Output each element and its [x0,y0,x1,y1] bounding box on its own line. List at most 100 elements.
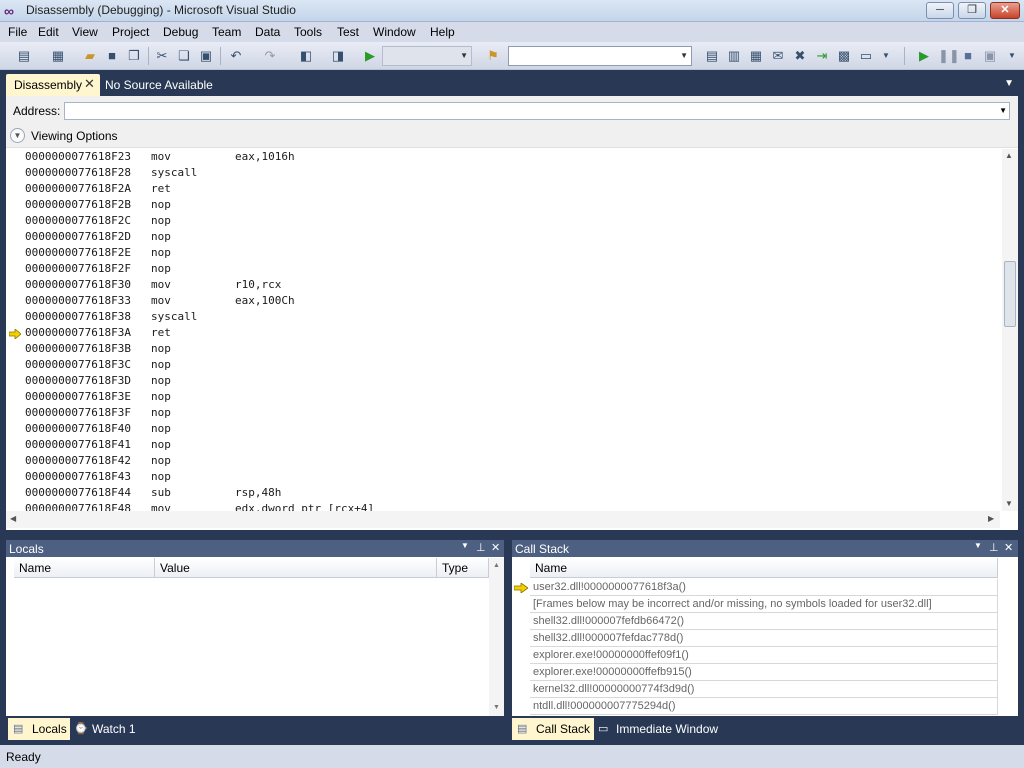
menu-edit[interactable]: Edit [38,25,59,39]
restart-icon[interactable]: ▣ [982,48,998,64]
menu-debug[interactable]: Debug [163,25,198,39]
menu-project[interactable]: Project [112,25,149,39]
start-page-icon[interactable]: ⇥ [814,48,830,64]
disassembly-row[interactable]: 0000000077618F2C nop [6,213,1000,229]
close-tab-icon[interactable]: ✕ [84,76,95,92]
scroll-down-icon[interactable]: ▼ [1005,499,1013,508]
open-file-icon[interactable]: ▰ [82,48,98,64]
disassembly-listing[interactable]: 0000000077618F23 mov eax,1016h 000000007761… [6,149,1000,511]
disassembly-row[interactable]: 0000000077618F3B nop [6,341,1000,357]
call-stack-frame[interactable]: shell32.dll!000007fefdb66472() [530,613,998,630]
pin-icon[interactable]: ⊥ [476,541,486,554]
column-name[interactable]: Name [14,558,155,578]
tab-call-stack[interactable]: ▤ Call Stack [512,718,594,740]
navigate-backward-icon[interactable]: ◧ [298,48,314,64]
debug-toolbar-overflow-icon[interactable]: ▼ [1004,48,1020,64]
continue-icon[interactable]: ▶ [916,48,932,64]
tab-no-source-available[interactable]: No Source Available [105,78,213,92]
disassembly-row[interactable]: 0000000077618F3F nop [6,405,1000,421]
redo-icon[interactable]: ↷ [262,48,278,64]
save-icon[interactable]: ■ [104,48,120,64]
menu-tools[interactable]: Tools [294,25,322,39]
find-combo[interactable]: ▼ [508,46,692,66]
menu-team[interactable]: Team [212,25,241,39]
disassembly-row[interactable]: 0000000077618F2F nop [6,261,1000,277]
disassembly-row[interactable]: 0000000077618F3E nop [6,389,1000,405]
close-button[interactable]: ✕ [990,2,1020,19]
disassembly-row[interactable]: 0000000077618F2A ret [6,181,1000,197]
object-browser-icon[interactable]: ▦ [748,48,764,64]
disassembly-row[interactable]: 0000000077618F2D nop [6,229,1000,245]
window-position-icon[interactable]: ▼ [974,541,982,550]
disassembly-row[interactable]: 0000000077618F3A ret [6,325,1000,341]
column-name[interactable]: Name [530,558,998,578]
disassembly-row[interactable]: 0000000077618F2B nop [6,197,1000,213]
menu-window[interactable]: Window [373,25,416,39]
restore-button[interactable]: ❐ [958,2,986,19]
copy-icon[interactable]: ❏ [176,48,192,64]
disassembly-row[interactable]: 0000000077618F48 mov edx,dword ptr [rcx+4] [6,501,1000,511]
column-value[interactable]: Value [155,558,437,578]
call-stack-frame[interactable]: [Frames below may be incorrect and/or mi… [530,596,998,613]
scroll-right-icon[interactable]: ▶ [988,514,994,523]
class-view-icon[interactable]: ▩ [836,48,852,64]
address-input[interactable]: ▼ [64,102,1010,120]
find-in-files-icon[interactable]: ⚑ [485,48,501,64]
menu-test[interactable]: Test [337,25,359,39]
add-item-icon[interactable]: ▦ [50,48,66,64]
pin-icon[interactable]: ⊥ [989,541,999,554]
viewing-options-bar[interactable]: ▼ Viewing Options [6,124,1018,148]
tab-list-dropdown-icon[interactable]: ▼ [1004,78,1014,89]
menu-file[interactable]: File [8,25,27,39]
close-icon[interactable]: ✕ [1004,541,1013,554]
address-dropdown-icon[interactable]: ▼ [999,106,1007,115]
stop-debugging-icon[interactable]: ■ [960,48,976,64]
break-all-icon[interactable]: ❚❚ [938,48,960,64]
call-stack-frame[interactable]: kernel32.dll!00000000774f3d9d() [530,681,998,698]
solution-configuration-dropdown[interactable]: ▼ [382,46,472,66]
properties-icon[interactable]: ▥ [726,48,742,64]
paste-icon[interactable]: ▣ [198,48,214,64]
navigate-forward-icon[interactable]: ◨ [330,48,346,64]
disassembly-row[interactable]: 0000000077618F40 nop [6,421,1000,437]
disassembly-row[interactable]: 0000000077618F28 syscall [6,165,1000,181]
undo-icon[interactable]: ↶ [228,48,244,64]
minimize-button[interactable]: ─ [926,2,954,19]
disassembly-row[interactable]: 0000000077618F33 mov eax,100Ch [6,293,1000,309]
disassembly-row[interactable]: 0000000077618F44 sub rsp,48h [6,485,1000,501]
extensions-icon[interactable]: ✖ [792,48,808,64]
tab-locals[interactable]: ▤ Locals [8,718,70,740]
window-position-icon[interactable]: ▼ [461,541,469,550]
tab-watch-1[interactable]: ⌚ Watch 1 [74,718,154,740]
locals-scrollbar[interactable]: ▲ ▼ [489,558,504,716]
disassembly-row[interactable]: 0000000077618F23 mov eax,1016h [6,149,1000,165]
new-project-icon[interactable]: ▤ [16,48,32,64]
tab-immediate-window[interactable]: ▭ Immediate Window [598,718,738,740]
toolbar-overflow-icon[interactable]: ▼ [878,48,894,64]
call-stack-scrollbar[interactable] [1000,558,1015,716]
disassembly-row[interactable]: 0000000077618F3C nop [6,357,1000,373]
disassembly-row[interactable]: 0000000077618F3D nop [6,373,1000,389]
tab-disassembly[interactable]: Disassembly ✕ [6,74,100,96]
menu-view[interactable]: View [72,25,98,39]
solution-explorer-icon[interactable]: ▤ [704,48,720,64]
call-stack-frame[interactable]: ntdll.dll!000000007775294d() [530,698,998,715]
disassembly-row[interactable]: 0000000077618F43 nop [6,469,1000,485]
cut-icon[interactable]: ✂ [154,48,170,64]
command-window-icon[interactable]: ▭ [858,48,874,64]
close-icon[interactable]: ✕ [491,541,500,554]
disassembly-row[interactable]: 0000000077618F38 syscall [6,309,1000,325]
menu-help[interactable]: Help [430,25,455,39]
scroll-up-icon[interactable]: ▲ [1005,151,1013,160]
disassembly-row[interactable]: 0000000077618F42 nop [6,453,1000,469]
call-stack-frame[interactable]: explorer.exe!00000000ffef09f1() [530,647,998,664]
save-all-icon[interactable]: ❐ [126,48,142,64]
menu-data[interactable]: Data [255,25,280,39]
scroll-left-icon[interactable]: ◀ [10,514,16,523]
call-stack-frame[interactable]: explorer.exe!00000000ffefb915() [530,664,998,681]
disassembly-row[interactable]: 0000000077618F41 nop [6,437,1000,453]
column-type[interactable]: Type [437,558,489,578]
horizontal-scrollbar[interactable]: ◀ ▶ [6,511,1000,528]
call-stack-frame[interactable]: user32.dll!0000000077618f3a() [530,579,998,596]
start-debugging-icon[interactable]: ▶ [362,48,378,64]
